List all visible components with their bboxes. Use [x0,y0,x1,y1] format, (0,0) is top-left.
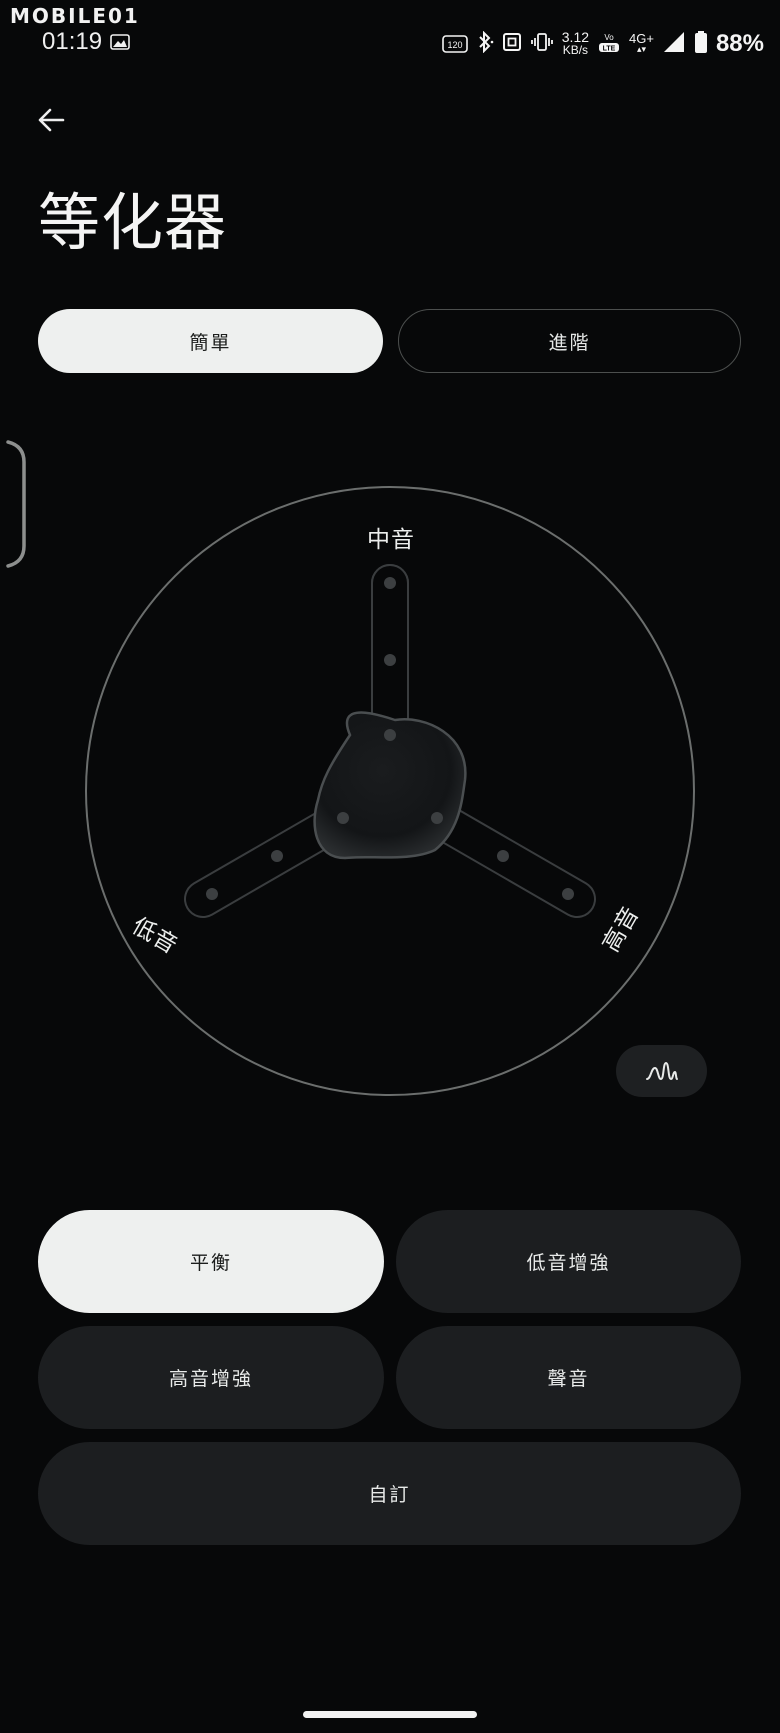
treble-dot [562,888,574,900]
treble-dot [497,850,509,862]
blob-mid-dot [384,729,396,741]
mid-dot [384,654,396,666]
preset-balanced[interactable]: 平衡 [38,1210,384,1313]
band-label-mid: 中音 [367,527,415,553]
mid-dot [384,577,396,589]
bass-dot [206,888,218,900]
home-indicator[interactable] [303,1711,477,1718]
preset-voice[interactable]: 聲音 [396,1326,741,1429]
waveform-icon [645,1061,678,1081]
preset-treble-boost[interactable]: 高音增強 [38,1326,384,1429]
preset-bass-boost[interactable]: 低音增強 [396,1210,741,1313]
bass-dot [271,850,283,862]
waveform-button[interactable] [616,1045,707,1097]
preset-custom[interactable]: 自訂 [38,1442,741,1545]
blob-bass-dot [337,812,349,824]
blob-treble-dot [431,812,443,824]
